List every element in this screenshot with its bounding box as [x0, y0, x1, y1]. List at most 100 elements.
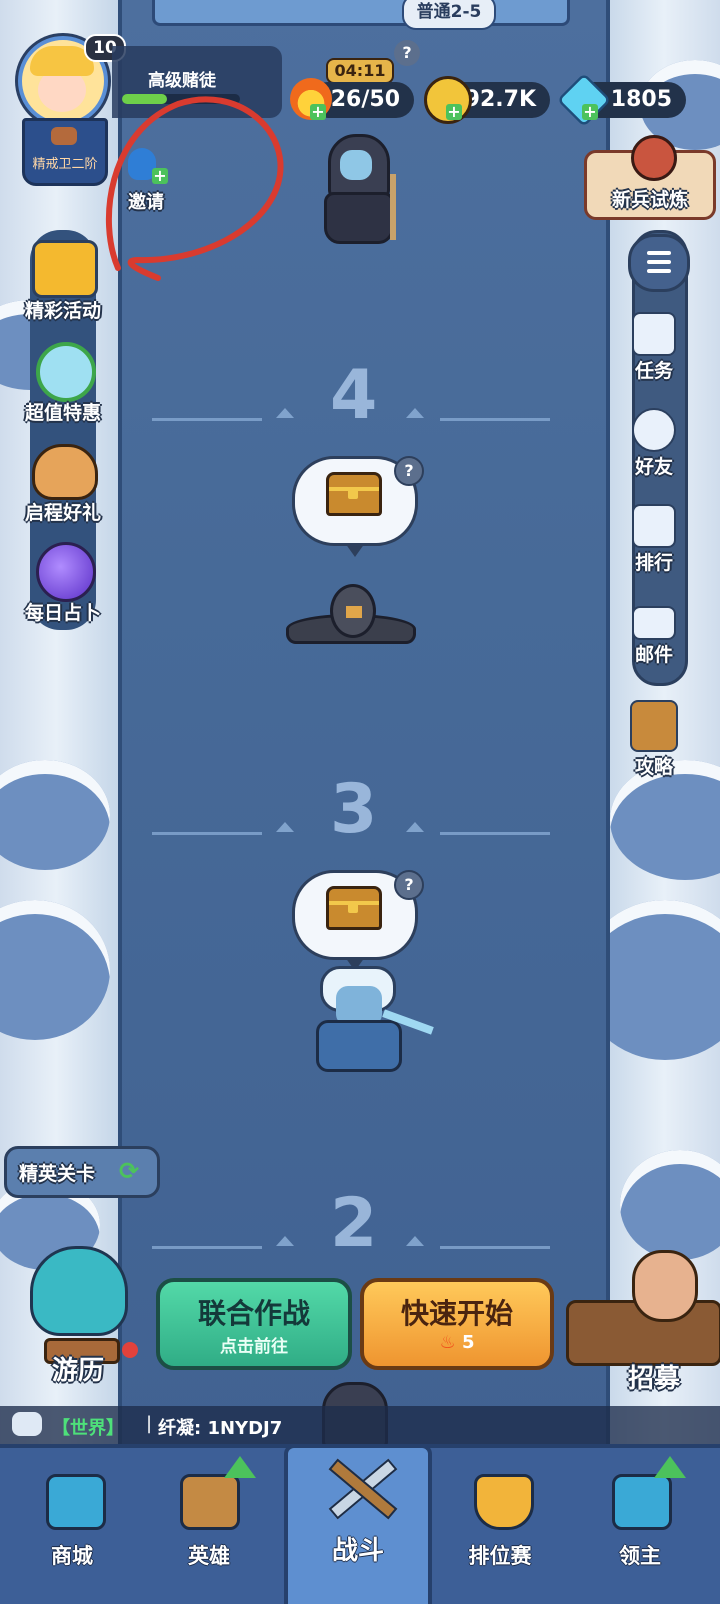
mail-icon [632, 606, 676, 640]
menu-start-gift[interactable]: 启程好礼 [8, 438, 118, 528]
nav-heroes-label: 英雄 [188, 1544, 230, 1568]
hot-air-balloon-icon [30, 1246, 128, 1336]
floor-4-number: 4 [330, 356, 378, 435]
quick-start-flame-icon: ♨ [439, 1332, 456, 1353]
nav-lord[interactable]: 领主 [570, 1448, 710, 1604]
menu-mail-label: 邮件 [634, 644, 673, 666]
recruit-button[interactable]: 招募 [566, 1250, 720, 1400]
floor-2-marker-right [406, 1236, 424, 1246]
notification-dot [122, 1342, 138, 1358]
elite-stage-label: 精英关卡 [19, 1163, 96, 1185]
floor-3-marker-left [276, 822, 294, 832]
nav-lord-label: 领主 [619, 1544, 661, 1568]
stopwatch-icon [36, 342, 96, 402]
quick-start-title: 快速开始 [400, 1297, 513, 1330]
floor-2-line-left [152, 1246, 262, 1249]
menu-ranking-label: 排行 [634, 552, 673, 574]
world-chat-bar[interactable]: 【世界】 | 纤凝: 1NYDJ7 [0, 1406, 720, 1446]
floor-3-help-icon[interactable]: ? [394, 870, 424, 900]
crow-enemy[interactable] [286, 584, 416, 654]
lord-upgrade-arrow-icon [654, 1456, 686, 1478]
menu-daily-fortune[interactable]: 每日占卜 [8, 540, 118, 630]
bottom-nav: 商城 英雄 战斗 排位赛 领主 [0, 1444, 720, 1604]
chat-separator: | [146, 1413, 153, 1434]
menu-start-gift-label: 启程好礼 [24, 502, 101, 524]
nav-heroes[interactable]: 英雄 [144, 1448, 274, 1604]
rank-emblem-icon [51, 127, 77, 145]
stage-label[interactable]: 普通2-5 [402, 0, 496, 30]
nav-battle[interactable]: 战斗 [284, 1444, 432, 1604]
floor-2-marker-left [276, 1236, 294, 1246]
newbie-trial-button[interactable]: 新兵试炼 [584, 135, 716, 220]
shop-stall-icon [46, 1474, 106, 1530]
hamburger-menu-icon[interactable] [628, 234, 690, 292]
recruit-dwarf-icon [632, 1250, 698, 1322]
quick-start-cost: 5 [461, 1332, 475, 1353]
red-annotation-circle [105, 96, 284, 281]
ranked-shield-icon [474, 1474, 534, 1530]
bird-icon [32, 444, 98, 500]
hooded-mage-enemy[interactable] [318, 134, 402, 244]
lord-crown-banner-icon [612, 1474, 672, 1530]
gold-plus-icon[interactable]: + [446, 104, 462, 120]
crossed-swords-icon [318, 1454, 398, 1520]
floor-3-number: 3 [330, 770, 378, 849]
chat-bubble-icon[interactable] [12, 1412, 42, 1436]
coop-button-subtitle: 点击前往 [220, 1337, 288, 1357]
nav-shop[interactable]: 商城 [0, 1448, 144, 1604]
chat-message: 纤凝: 1NYDJ7 [158, 1418, 283, 1439]
nav-ranked[interactable]: 排位赛 [430, 1448, 570, 1604]
nav-shop-label: 商城 [51, 1544, 93, 1568]
floor-3-chest-icon [326, 886, 382, 930]
crystal-ball-icon [36, 542, 96, 602]
nav-battle-label: 战斗 [331, 1536, 384, 1566]
menu-deals[interactable]: 超值特惠 [8, 338, 118, 428]
coop-button-title: 联合作战 [197, 1297, 310, 1330]
menu-mail[interactable]: 邮件 [614, 600, 694, 667]
travel-label: 游历 [52, 1356, 105, 1386]
nav-ranked-label: 排位赛 [468, 1544, 532, 1568]
quick-start-button[interactable]: 快速开始 ♨ 5 [360, 1278, 554, 1370]
player-title: 高级赌徒 [148, 71, 216, 91]
menu-deals-label: 超值特惠 [24, 402, 101, 424]
trial-warrior-icon [631, 135, 677, 181]
floor-3-line-right [440, 832, 550, 835]
rank-badge-label: 精戒卫二阶 [32, 157, 98, 172]
hero-upgrade-arrow-icon [224, 1456, 256, 1478]
coop-battle-button[interactable]: 联合作战 点击前往 [156, 1278, 352, 1370]
floor-4-help-icon[interactable]: ? [394, 456, 424, 486]
travel-button[interactable]: 游历 [10, 1246, 140, 1396]
hero-card-icon [180, 1474, 240, 1530]
chat-channel: 【世界】 [52, 1418, 124, 1439]
clipboard-icon [632, 312, 676, 356]
floor-4-marker-right [406, 408, 424, 418]
floor-4-line-left [152, 418, 262, 421]
menu-friends[interactable]: 好友 [614, 408, 694, 479]
treasure-chest-icon [32, 240, 98, 298]
menu-tasks[interactable]: 任务 [614, 312, 694, 383]
gem-plus-icon[interactable]: + [582, 104, 598, 120]
podium-icon [632, 504, 676, 548]
menu-events[interactable]: 精彩活动 [8, 236, 118, 326]
refresh-icon: ⟳ [119, 1157, 140, 1185]
newbie-trial-label: 新兵试炼 [611, 189, 688, 211]
stage-banner [152, 0, 570, 26]
elite-stage-button[interactable]: 精英关卡 ⟳ [4, 1146, 160, 1198]
rank-badge[interactable]: 精戒卫二阶 [22, 118, 108, 186]
menu-guide-label: 攻略 [634, 756, 673, 778]
menu-daily-fortune-label: 每日占卜 [24, 602, 101, 624]
floor-3-marker-right [406, 822, 424, 832]
floor-4-chest-icon [326, 472, 382, 516]
floor-4-marker-left [276, 408, 294, 418]
floor-2-number: 2 [330, 1184, 378, 1263]
floor-3-line-left [152, 832, 262, 835]
ice-warrior-enemy[interactable] [296, 962, 436, 1072]
floor-2-line-right [440, 1246, 550, 1249]
guide-book-icon [630, 700, 678, 752]
menu-tasks-label: 任务 [634, 360, 673, 382]
menu-guide[interactable]: 攻略 [614, 700, 694, 779]
recruit-label: 招募 [628, 1364, 681, 1394]
menu-ranking[interactable]: 排行 [614, 504, 694, 575]
floor-4-line-right [440, 418, 550, 421]
menu-friends-label: 好友 [634, 456, 673, 478]
